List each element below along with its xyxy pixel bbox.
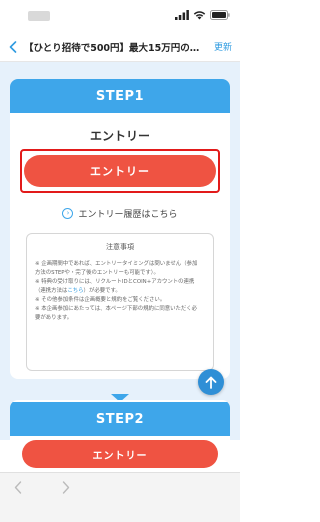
- refresh-button[interactable]: 更新: [214, 40, 240, 53]
- browser-toolbar: [0, 472, 240, 522]
- notes-line: 方法のSTEPや・完了後のエントリーも可能です）。: [35, 270, 159, 276]
- wifi-icon: [193, 11, 206, 20]
- entry-history-link[interactable]: › エントリー履歴はこちら: [10, 207, 230, 220]
- notes-box: 注意事項 ※ 企画期間中であれば、エントリータイミングは問いません（参加 方法の…: [26, 233, 214, 371]
- notes-line: ※ その他参加条件は企画概要と規約をご覧ください。: [35, 297, 166, 303]
- battery-icon: [210, 10, 230, 20]
- chevron-left-icon: [9, 40, 17, 53]
- signal-icon: [175, 10, 189, 20]
- step1-card: STEP1 エントリー エントリー › エントリー履歴はこちら 注意事項 ※ 企…: [10, 79, 230, 379]
- nav-bar: 【ひとり招待で500円】最大15万円の… 更新: [0, 32, 240, 62]
- notes-line: ※ 企画期間中であれば、エントリータイミングは問いません（参加: [35, 261, 198, 267]
- arrow-up-icon: [205, 376, 217, 389]
- notes-line: （連携方法はこちら）が必要です。: [35, 287, 205, 296]
- browser-back-button[interactable]: [14, 481, 22, 498]
- status-bar: [0, 0, 240, 32]
- entry-history-label: エントリー履歴はこちら: [78, 210, 178, 220]
- browser-forward-button[interactable]: [62, 481, 70, 498]
- step2-card: STEP2: [10, 400, 230, 440]
- entry-button[interactable]: エントリー: [24, 155, 216, 187]
- chevron-right-circle-icon: ›: [62, 208, 74, 219]
- notes-text: ）が必要です。: [83, 288, 121, 294]
- page-title: 【ひとり招待で500円】最大15万円の…: [24, 42, 200, 54]
- notes-line: ※ 特典の受け取りには、リクルートIDとCOIN+アカウントの連携: [35, 279, 195, 285]
- notes-line: 要があります。: [35, 315, 73, 321]
- scroll-to-top-button[interactable]: [198, 369, 224, 395]
- bottom-action-bar: エントリー: [0, 440, 240, 472]
- back-button[interactable]: [2, 32, 24, 62]
- chevron-right-icon: [62, 481, 70, 494]
- notes-title: 注意事項: [106, 243, 134, 251]
- status-time-blurred: [28, 11, 50, 21]
- notes-line: ※ 本企画参加にあたっては、本ページ下部の規約に同意いただく必: [35, 306, 198, 312]
- link-connection-method[interactable]: こちら: [67, 288, 83, 294]
- main-content[interactable]: STEP1 エントリー エントリー › エントリー履歴はこちら 注意事項 ※ 企…: [0, 62, 240, 440]
- bottom-entry-button[interactable]: エントリー: [22, 440, 218, 468]
- chevron-left-icon: [14, 481, 22, 494]
- entry-heading: エントリー: [89, 129, 150, 143]
- notes-text: （連携方法は: [35, 288, 68, 294]
- step2-header: STEP2: [10, 402, 230, 436]
- step1-header: STEP1: [10, 79, 230, 113]
- status-icons: [175, 9, 230, 21]
